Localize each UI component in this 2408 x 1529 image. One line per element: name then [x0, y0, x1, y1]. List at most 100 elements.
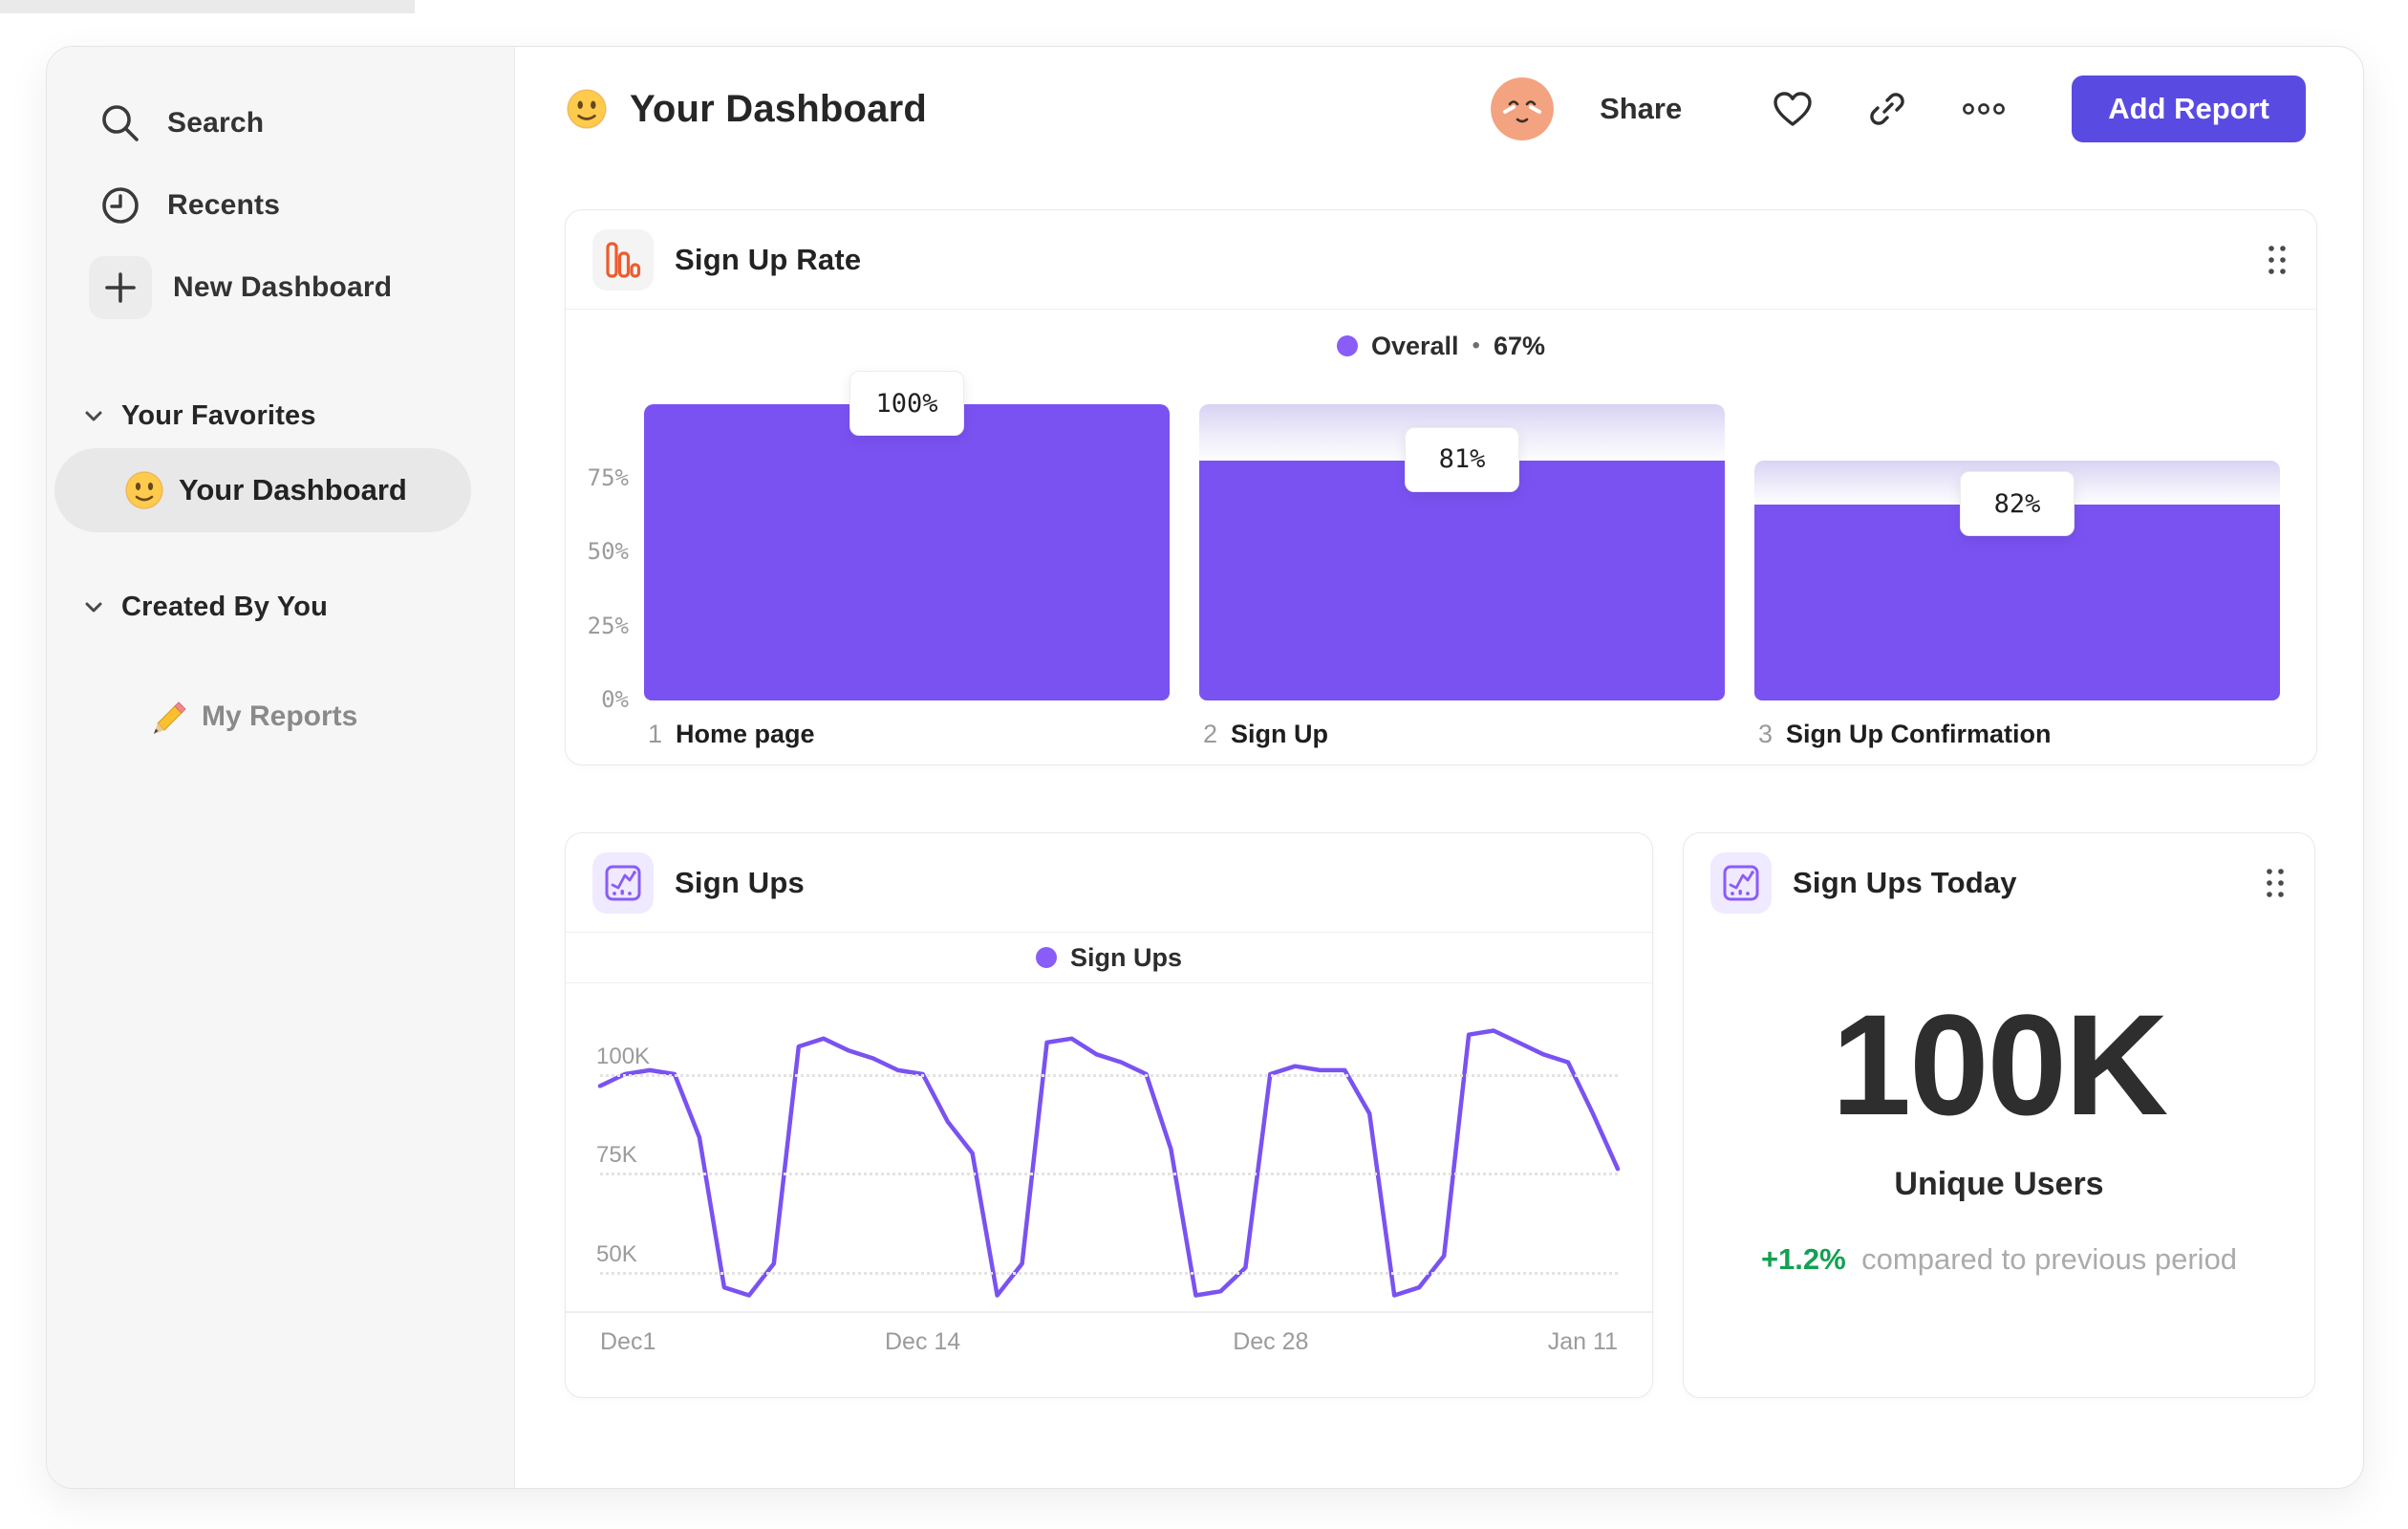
- section-label: Your Favorites: [121, 399, 316, 431]
- gridline: [600, 1074, 1618, 1077]
- sidebar-item-recents[interactable]: Recents: [89, 179, 280, 232]
- link-icon[interactable]: [1867, 89, 1907, 129]
- legend-separator: •: [1472, 333, 1480, 358]
- funnel-step-label: 1 Home page: [648, 720, 815, 749]
- line-legend: Sign Ups: [566, 933, 1652, 983]
- step-name: Sign Up: [1231, 720, 1329, 748]
- card-title: Sign Up Rate: [675, 242, 862, 276]
- x-axis-line: [566, 1311, 1652, 1313]
- funnel-bar: [644, 404, 1170, 700]
- sign-ups-line-chart: [597, 1028, 1621, 1298]
- sign-ups-today-card: Sign Ups Today 100K Unique Users +1.2% c…: [1683, 832, 2315, 1398]
- search-icon: [89, 100, 152, 146]
- page: Search Recents New Dashboard Your Favori…: [0, 0, 2408, 1529]
- share-button[interactable]: Share: [1600, 92, 1682, 126]
- sidebar-section-created-by-you[interactable]: Created By You: [83, 588, 328, 626]
- kpi-delta-row: +1.2% compared to previous period: [1684, 1242, 2314, 1277]
- card-header: Sign Up Rate: [566, 210, 2316, 310]
- chevron-down-icon: [83, 596, 104, 617]
- funnel-badge: 82%: [1960, 471, 2075, 537]
- funnel-badge: 100%: [849, 371, 964, 436]
- plus-icon: [89, 256, 152, 319]
- card-title: Sign Ups: [675, 865, 805, 899]
- kpi-delta-note: compared to previous period: [1861, 1242, 2238, 1276]
- x-tick-label: Dec 28: [1233, 1328, 1309, 1355]
- sidebar-item-label: My Reports: [202, 700, 358, 732]
- card-header: Sign Ups: [566, 833, 1652, 933]
- sidebar-section-your-favorites[interactable]: Your Favorites: [83, 397, 316, 435]
- gridline: [600, 1271, 1618, 1275]
- funnel-y-axis: 75% 50% 25% 0%: [566, 404, 629, 714]
- step-index: 2: [1203, 720, 1218, 748]
- sidebar: Search Recents New Dashboard Your Favori…: [47, 47, 515, 1488]
- funnel-y-tick-label: 25%: [587, 612, 629, 639]
- funnel-step-label: 3 Sign Up Confirmation: [1758, 720, 2052, 749]
- step-name: Home page: [676, 720, 815, 748]
- drag-handle-icon[interactable]: [2263, 865, 2288, 901]
- section-label: Created By You: [121, 591, 329, 622]
- kpi-value: 100K: [1831, 984, 2169, 1145]
- sign-ups-card: Sign Ups Sign Ups 100K 75K 50K Dec1 Dec 14 D…: [565, 832, 1653, 1398]
- card-header: Sign Ups Today: [1684, 833, 2314, 933]
- funnel-y-tick-label: 50%: [587, 538, 629, 565]
- smiley-emoji: [565, 87, 609, 131]
- page-title: Your Dashboard: [630, 87, 927, 130]
- drag-handle-icon[interactable]: [2265, 242, 2290, 278]
- line-chart-icon: [1710, 852, 1772, 914]
- browser-chrome-fragment: [0, 0, 415, 13]
- funnel-step-sign-up: 81% 2 Sign Up: [1199, 404, 1725, 748]
- avatar[interactable]: [1491, 77, 1555, 140]
- funnel-y-tick-label: 0%: [601, 686, 629, 713]
- add-report-button[interactable]: Add Report: [2072, 75, 2306, 142]
- step-index: 1: [648, 720, 663, 748]
- line-chart-icon: [592, 851, 654, 914]
- legend-label: Sign Ups: [1069, 942, 1182, 972]
- sidebar-item-label: Search: [167, 107, 265, 139]
- funnel-step-sign-up-confirmation: 82% 3 Sign Up Confirmation: [1754, 404, 2280, 748]
- funnel-badge: 81%: [1405, 426, 1519, 492]
- y-tick-label: 100K: [596, 1044, 651, 1069]
- bar-chart-icon: [592, 228, 654, 291]
- sidebar-item-label: Recents: [167, 189, 281, 221]
- funnel-plot: 100% 1 Home page 81% 2 Sign Up 82% 3 Sig…: [644, 371, 2280, 748]
- legend-dot: [1035, 947, 1057, 968]
- funnel-step-label: 2 Sign Up: [1203, 720, 1328, 749]
- line-plot: 100K 75K 50K: [596, 1015, 1621, 1311]
- smiley-emoji: [123, 469, 165, 511]
- sidebar-item-your-dashboard[interactable]: Your Dashboard: [54, 448, 471, 532]
- x-axis-ticks: Dec1 Dec 14 Dec 28 Jan 11: [600, 1328, 1618, 1363]
- funnel-legend: Overall • 67%: [566, 323, 2316, 369]
- gridline: [600, 1173, 1618, 1176]
- heart-icon[interactable]: [1772, 90, 1814, 128]
- y-tick-label: 50K: [596, 1240, 637, 1267]
- clock-icon: [89, 183, 152, 228]
- legend-label: Overall: [1370, 331, 1459, 360]
- funnel-bar-solid: [1199, 460, 1725, 700]
- funnel-bar-solid: [644, 404, 1170, 700]
- x-tick-label: Dec1: [600, 1328, 656, 1355]
- x-tick-label: Dec 14: [884, 1328, 961, 1355]
- step-name: Sign Up Confirmation: [1786, 720, 2052, 748]
- sidebar-item-search[interactable]: Search: [89, 97, 264, 150]
- legend-dot: [1336, 335, 1358, 356]
- sidebar-item-label: Your Dashboard: [179, 473, 407, 506]
- pencil-emoji: [150, 697, 190, 737]
- header-actions: Share Add Report: [1491, 75, 2306, 142]
- legend-value: 67%: [1493, 331, 1545, 360]
- step-index: 3: [1758, 720, 1774, 748]
- sidebar-item-label: New Dashboard: [173, 271, 393, 303]
- page-title-wrap: Your Dashboard: [565, 87, 927, 131]
- x-tick-label: Jan 11: [1547, 1328, 1618, 1355]
- sidebar-item-new-dashboard[interactable]: New Dashboard: [89, 256, 392, 319]
- sidebar-item-my-reports[interactable]: My Reports: [150, 697, 357, 737]
- kpi-delta: +1.2%: [1760, 1242, 1846, 1276]
- kpi-label: Unique Users: [1894, 1166, 2104, 1202]
- funnel-step-home-page: 100% 1 Home page: [644, 371, 1170, 748]
- card-title: Sign Ups Today: [1793, 866, 2017, 899]
- funnel-y-tick-label: 75%: [587, 463, 629, 491]
- ellipsis-icon[interactable]: [1961, 101, 2007, 117]
- y-tick-label: 75K: [596, 1142, 637, 1169]
- dashboard-header: Your Dashboard Share Add Report: [514, 47, 2363, 200]
- chevron-down-icon: [83, 405, 104, 426]
- app-window: Search Recents New Dashboard Your Favori…: [46, 46, 2364, 1489]
